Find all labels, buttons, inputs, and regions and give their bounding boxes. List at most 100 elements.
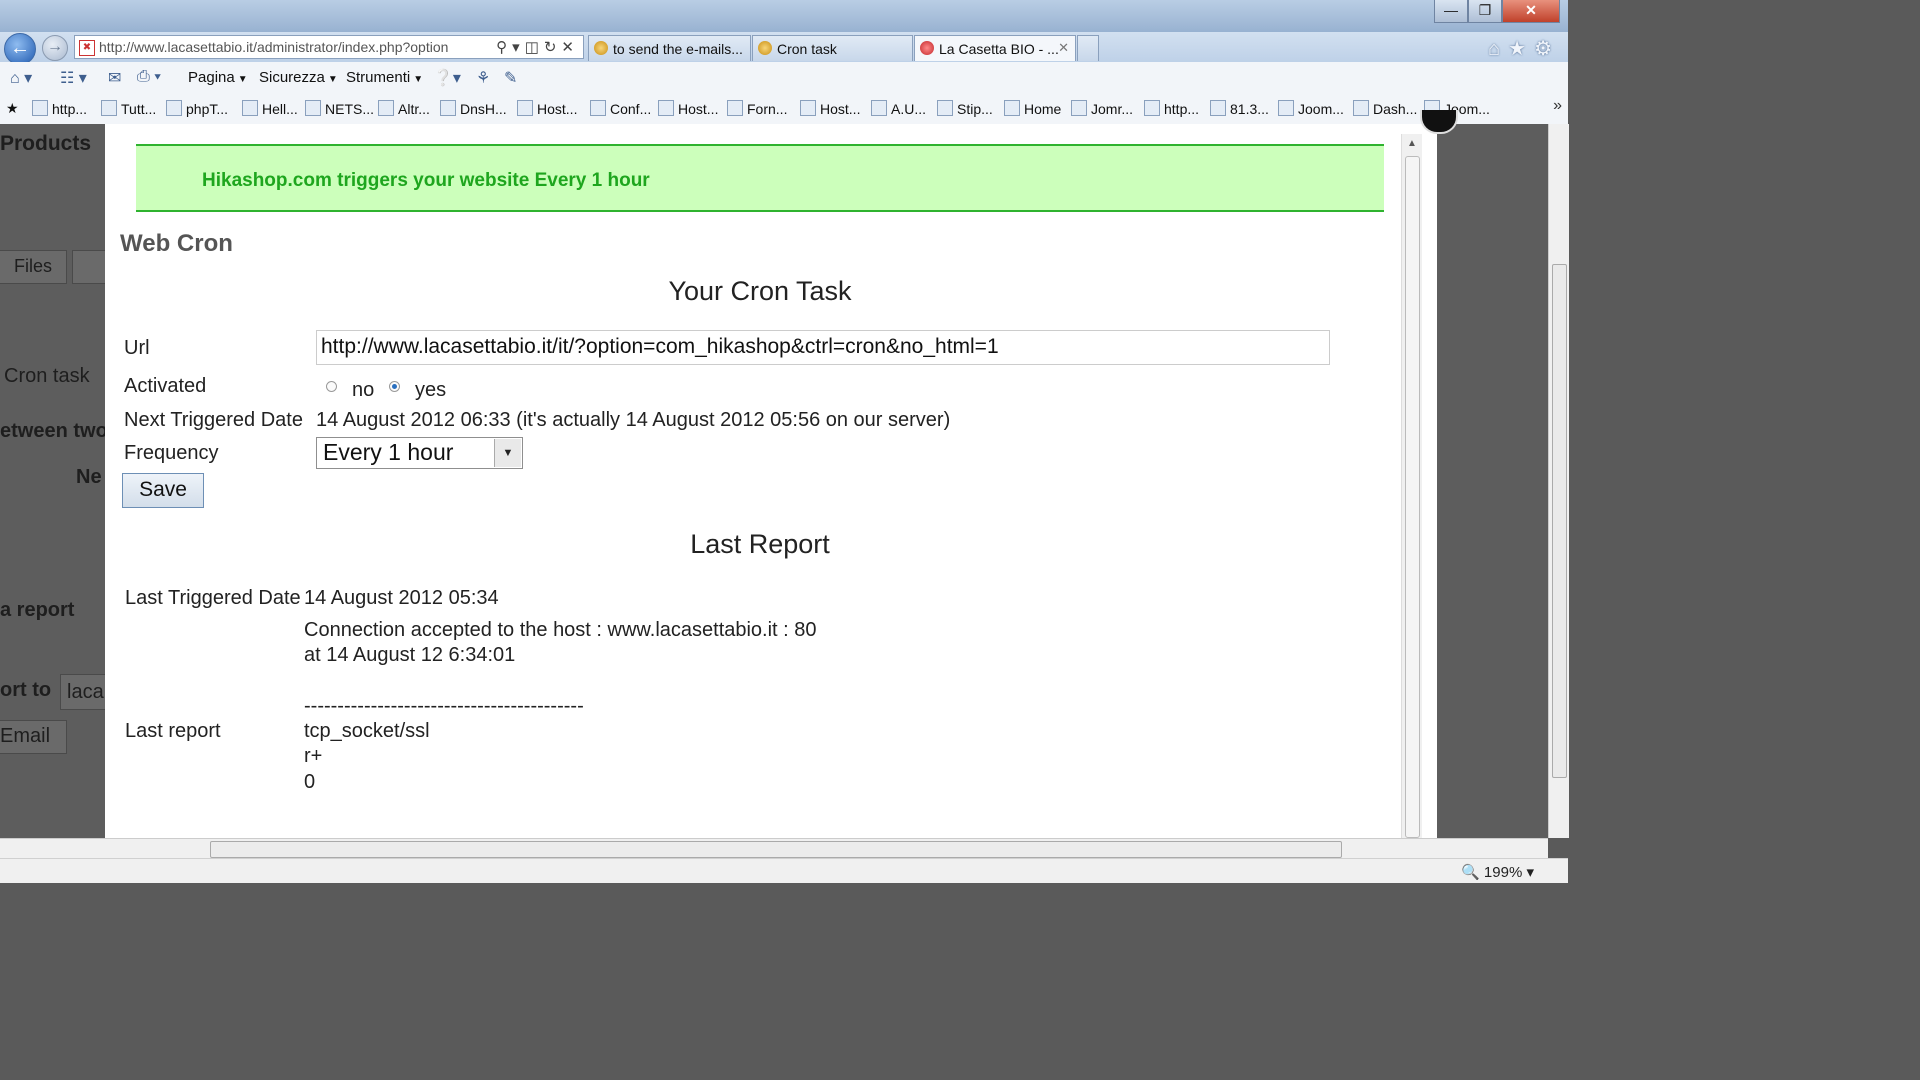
help-icon[interactable]: ❔▾ — [433, 68, 461, 88]
favorite-item[interactable]: Host... — [658, 100, 718, 117]
favorite-item[interactable]: Jomr... — [1071, 100, 1133, 117]
favorite-favicon-icon — [1278, 100, 1294, 116]
favorite-favicon-icon — [517, 100, 533, 116]
activated-label: Activated — [124, 375, 207, 397]
favorite-item[interactable]: Tutt... — [101, 100, 156, 117]
bg-files-tab: Files — [0, 250, 67, 284]
favorite-favicon-icon — [1353, 100, 1369, 116]
favorite-item[interactable]: http... — [1144, 100, 1199, 117]
page-scroll-thumb[interactable] — [1552, 264, 1567, 778]
favorite-label: Jomr... — [1091, 101, 1134, 117]
favorite-label: Host... — [820, 101, 861, 117]
tab-send-emails[interactable]: to send the e-mails... — [588, 35, 751, 61]
address-url[interactable]: http://www.lacasettabio.it/administrator… — [99, 39, 479, 55]
favorite-favicon-icon — [378, 100, 394, 116]
print-icon[interactable]: ⎙ ▾ — [137, 68, 161, 86]
last-report-label: Last report — [125, 720, 221, 742]
cron-url-field[interactable]: http://www.lacasettabio.it/it/?option=co… — [316, 330, 1330, 365]
home-icon[interactable]: ⌂ ▾ — [10, 68, 32, 88]
favorites-star-icon[interactable]: ★ — [6, 100, 19, 117]
favorite-item[interactable]: Host... — [517, 100, 577, 117]
tab-la-casetta-bio[interactable]: La Casetta BIO - ... ✕ — [914, 35, 1076, 61]
new-tab-button[interactable] — [1077, 35, 1099, 61]
favorite-item[interactable]: Forn... — [727, 100, 787, 117]
home-icon[interactable]: ⌂ — [1488, 38, 1508, 60]
address-bar-icons[interactable]: ⚲▾◫↻✕ — [496, 38, 579, 56]
favorite-item[interactable]: A.U... — [871, 100, 926, 117]
favorite-item[interactable]: Conf... — [590, 100, 651, 117]
info-banner: Hikashop.com triggers your website Every… — [136, 144, 1384, 212]
favorite-favicon-icon — [1210, 100, 1226, 116]
next-triggered-value: 14 August 2012 06:33 (it's actually 14 A… — [316, 409, 951, 431]
scroll-up-icon[interactable]: ▲ — [1407, 138, 1417, 149]
horizontal-scroll-thumb[interactable] — [210, 841, 1342, 858]
page-vertical-scrollbar[interactable] — [1548, 124, 1569, 838]
close-tab-icon[interactable]: ✕ — [1058, 40, 1069, 56]
menu-pagina[interactable]: Pagina ▼ — [188, 69, 248, 86]
zoom-value: 199% — [1483, 864, 1523, 881]
tab-cron-task[interactable]: Cron task — [752, 35, 913, 61]
banner-message: Hikashop.com triggers your website Every… — [202, 170, 650, 191]
forward-button[interactable]: → — [42, 35, 68, 61]
bg-files-label: Files — [14, 256, 53, 276]
favorite-label: Joom... — [1298, 101, 1344, 117]
modal-scroll-thumb[interactable] — [1405, 156, 1420, 838]
address-bar[interactable]: ✖ http://www.lacasettabio.it/administrat… — [74, 35, 584, 59]
activated-yes-radio[interactable] — [389, 381, 400, 392]
favorite-item[interactable]: Hell... — [242, 100, 298, 117]
menu-pagina-label: Pagina — [188, 69, 235, 86]
favorite-label: Host... — [678, 101, 719, 117]
favorite-item[interactable]: Stip... — [937, 100, 993, 117]
navigation-bar: ← → ✖ http://www.lacasettabio.it/adminis… — [0, 32, 1568, 65]
activated-no-radio[interactable] — [326, 381, 337, 392]
favorite-item[interactable]: DnsH... — [440, 100, 507, 117]
zoom-level[interactable]: 🔍 199% ▾ — [1461, 863, 1534, 881]
favorite-item[interactable]: Home — [1004, 100, 1061, 117]
research-icon[interactable]: ⚘ — [476, 68, 490, 88]
last-triggered-value: 14 August 2012 05:34 — [304, 587, 499, 609]
favorite-favicon-icon — [727, 100, 743, 116]
favorite-item[interactable]: Host... — [800, 100, 860, 117]
bg-email-tab: Email — [0, 720, 67, 754]
menu-sicurezza-label: Sicurezza — [259, 69, 325, 86]
maximize-button[interactable]: ❐ — [1468, 0, 1502, 23]
favorite-favicon-icon — [800, 100, 816, 116]
frequency-select-value: Every 1 hour — [323, 439, 454, 465]
favorite-label: Tutt... — [121, 101, 157, 117]
favorite-favicon-icon — [440, 100, 456, 116]
window-titlebar: — ❐ ✕ — [0, 0, 1568, 32]
favorite-label: Hell... — [262, 101, 298, 117]
rss-feed-icon[interactable]: ☷ ▾ — [60, 68, 87, 88]
modal-scrollbar[interactable]: ▲ — [1401, 134, 1422, 838]
close-window-button[interactable]: ✕ — [1502, 0, 1560, 23]
favorite-label: Altr... — [398, 101, 430, 117]
favorite-favicon-icon — [1071, 100, 1087, 116]
chevron-right-icon[interactable]: » — [1553, 97, 1562, 115]
tab-label: La Casetta BIO - ... — [939, 41, 1059, 57]
favorite-label: Dash... — [1373, 101, 1418, 117]
joomla-favicon-icon: ✖ — [79, 40, 95, 56]
minimize-button[interactable]: — — [1434, 0, 1468, 23]
favorites-star-icon[interactable]: ★ — [1508, 38, 1534, 60]
favorite-item[interactable]: Dash... — [1353, 100, 1417, 117]
favorite-item[interactable]: 81.3... — [1210, 100, 1269, 117]
favorite-item[interactable]: NETS... — [305, 100, 374, 117]
favorite-item[interactable]: http... — [32, 100, 87, 117]
favorite-item[interactable]: Joom... — [1278, 100, 1344, 117]
gear-icon[interactable]: ⚙ — [1534, 38, 1560, 60]
back-button[interactable]: ← — [4, 33, 36, 65]
menu-sicurezza[interactable]: Sicurezza ▼ — [259, 69, 338, 86]
pencil-icon[interactable]: ✎ — [504, 68, 517, 88]
activated-no-label: no — [352, 379, 375, 401]
favorite-item[interactable]: phpT... — [166, 100, 228, 117]
frequency-select[interactable]: Every 1 hour ▼ — [316, 437, 523, 469]
menu-strumenti[interactable]: Strumenti ▼ — [346, 69, 423, 86]
mail-icon[interactable]: ✉ — [108, 68, 121, 88]
favorite-item[interactable]: Altr... — [378, 100, 430, 117]
cron-task-heading: Your Cron Task — [668, 276, 852, 306]
favorite-label: DnsH... — [460, 101, 507, 117]
favorite-favicon-icon — [101, 100, 117, 116]
chevron-down-icon[interactable]: ▼ — [494, 439, 521, 467]
page-horizontal-scrollbar[interactable] — [0, 838, 1548, 859]
save-button[interactable]: Save — [122, 473, 204, 508]
